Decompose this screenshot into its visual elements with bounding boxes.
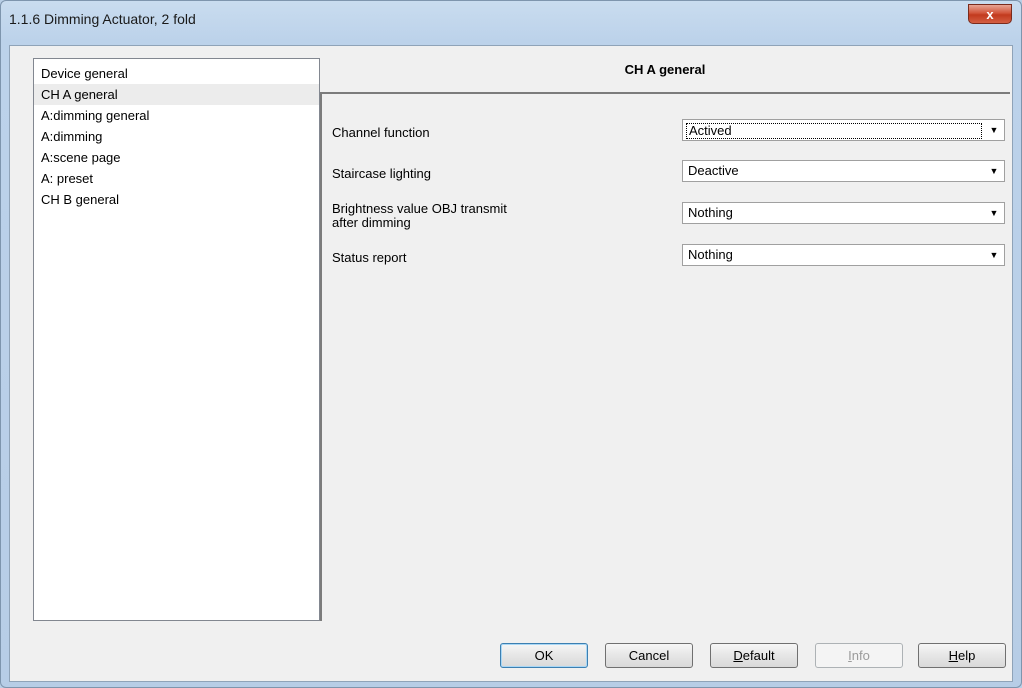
nav-item-a-scene-page[interactable]: A:scene page xyxy=(34,147,319,168)
chevron-down-icon[interactable]: ▼ xyxy=(984,245,1004,265)
channel-function-select[interactable]: Actived ▼ xyxy=(682,119,1005,141)
status-report-select[interactable]: Nothing ▼ xyxy=(682,244,1005,266)
brightness-transmit-select[interactable]: Nothing ▼ xyxy=(682,202,1005,224)
nav-item-ch-a-general[interactable]: CH A general xyxy=(34,84,319,105)
parameter-panel: Channel function Actived ▼ Staircase lig… xyxy=(320,92,1010,621)
dialog-client-area: Device general CH A general A:dimming ge… xyxy=(9,45,1013,682)
parameter-page-list[interactable]: Device general CH A general A:dimming ge… xyxy=(33,58,320,621)
nav-item-a-dimming[interactable]: A:dimming xyxy=(34,126,319,147)
channel-function-value: Actived xyxy=(686,123,982,139)
nav-item-a-preset[interactable]: A: preset xyxy=(34,168,319,189)
nav-item-device-general[interactable]: Device general xyxy=(34,63,319,84)
brightness-transmit-value: Nothing xyxy=(688,205,733,220)
default-button-label: efault xyxy=(742,648,775,663)
title-bar[interactable]: 1.1.6 Dimming Actuator, 2 fold x xyxy=(1,1,1021,39)
staircase-lighting-label: Staircase lighting xyxy=(332,166,431,181)
cancel-button[interactable]: Cancel xyxy=(605,643,693,668)
window-title: 1.1.6 Dimming Actuator, 2 fold xyxy=(9,11,196,27)
page-title: CH A general xyxy=(624,62,706,77)
staircase-lighting-value: Deactive xyxy=(688,163,739,178)
channel-function-label: Channel function xyxy=(332,125,430,140)
help-button-accelerator: H xyxy=(948,648,959,663)
help-button[interactable]: Help xyxy=(918,643,1006,668)
chevron-down-icon[interactable]: ▼ xyxy=(984,120,1004,140)
dialog-window: 1.1.6 Dimming Actuator, 2 fold x Device … xyxy=(0,0,1022,688)
brightness-transmit-label-line2: after dimming xyxy=(332,215,411,230)
ok-button[interactable]: OK xyxy=(500,643,588,668)
status-report-label: Status report xyxy=(332,250,407,265)
default-button-accelerator: D xyxy=(733,648,743,663)
nav-item-a-dimming-general[interactable]: A:dimming general xyxy=(34,105,319,126)
close-button[interactable]: x xyxy=(968,4,1012,24)
help-button-label: elp xyxy=(958,648,976,663)
info-button-label: nfo xyxy=(851,648,870,663)
chevron-down-icon[interactable]: ▼ xyxy=(984,161,1004,181)
chevron-down-icon[interactable]: ▼ xyxy=(984,203,1004,223)
close-icon: x xyxy=(986,7,994,22)
default-button[interactable]: Default xyxy=(710,643,798,668)
nav-item-ch-b-general[interactable]: CH B general xyxy=(34,189,319,210)
info-button[interactable]: Info xyxy=(815,643,903,668)
brightness-transmit-label-line1: Brightness value OBJ transmit xyxy=(332,201,507,216)
staircase-lighting-select[interactable]: Deactive ▼ xyxy=(682,160,1005,182)
status-report-value: Nothing xyxy=(688,247,733,262)
